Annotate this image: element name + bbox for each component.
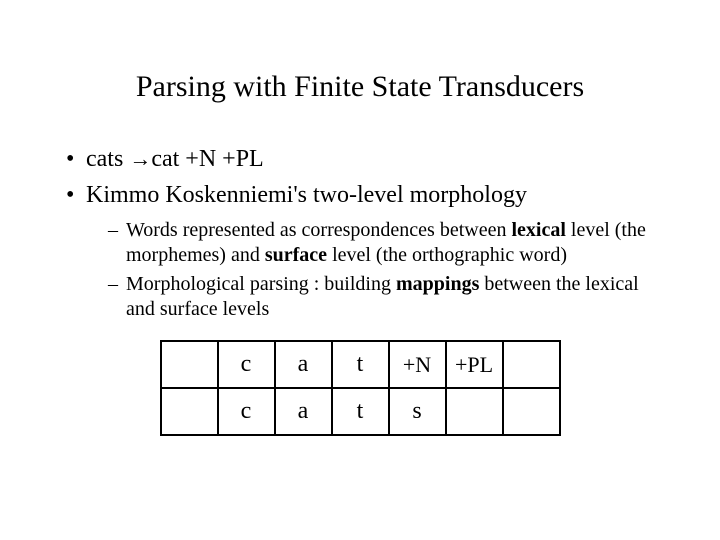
slide: Parsing with Finite State Transducers ca… <box>0 0 720 540</box>
top-bullet-list: cats →cat +N +PL Kimmo Koskenniemi's two… <box>60 144 660 210</box>
cell-lex-pl: +PL <box>446 341 503 388</box>
cell-lex-c: c <box>218 341 275 388</box>
sub1-a: Words represented as correspondences bet… <box>126 219 511 241</box>
sub-bullet-levels: Words represented as correspondences bet… <box>108 218 660 268</box>
cell-lex-blank0 <box>161 341 218 388</box>
cell-surf-blank5 <box>446 388 503 435</box>
cell-surf-blank0 <box>161 388 218 435</box>
cell-surf-blank6 <box>503 388 560 435</box>
levels-table-wrap: c a t +N +PL c a t s <box>60 340 660 436</box>
cell-lex-a: a <box>275 341 332 388</box>
bullet-cats-post: cat +N +PL <box>151 146 263 172</box>
levels-table: c a t +N +PL c a t s <box>160 340 561 436</box>
table-row: c a t +N +PL <box>161 341 560 388</box>
sub-bullet-mappings: Morphological parsing : building mapping… <box>108 272 660 322</box>
cell-lex-n: +N <box>389 341 446 388</box>
table-row: c a t s <box>161 388 560 435</box>
sub2-a: Morphological parsing : building <box>126 273 396 295</box>
cell-surf-a: a <box>275 388 332 435</box>
cell-lex-blank6 <box>503 341 560 388</box>
cell-surf-c: c <box>218 388 275 435</box>
cell-surf-s: s <box>389 388 446 435</box>
bullet-cats-example: cats →cat +N +PL <box>66 144 660 174</box>
sub1-e: level (the orthographic word) <box>327 244 567 266</box>
sub-bullet-list: Words represented as correspondences bet… <box>60 218 660 322</box>
sub2-mappings: mappings <box>396 273 479 295</box>
cell-lex-t: t <box>332 341 389 388</box>
right-arrow-icon: → <box>129 146 151 171</box>
bullet-cats-pre: cats <box>86 146 129 172</box>
bullet-kimmo: Kimmo Koskenniemi's two-level morphology <box>66 180 660 210</box>
sub1-surface: surface <box>265 244 327 266</box>
sub1-lexical: lexical <box>511 219 565 241</box>
cell-surf-t: t <box>332 388 389 435</box>
slide-title: Parsing with Finite State Transducers <box>60 70 660 104</box>
